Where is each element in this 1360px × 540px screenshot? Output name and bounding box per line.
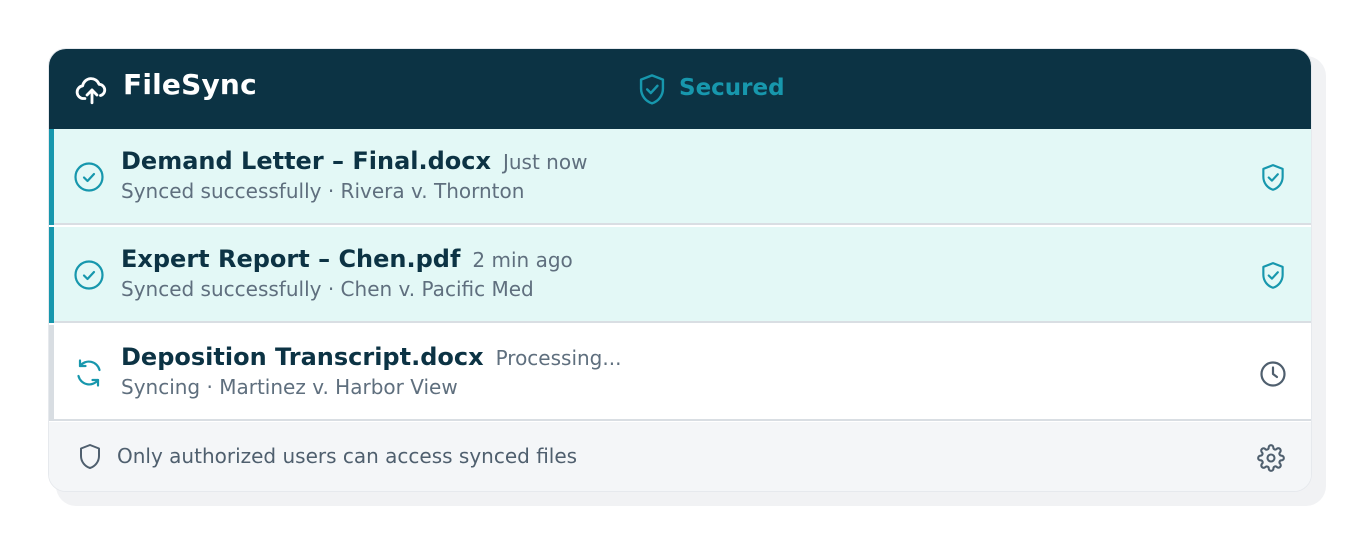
check-circle-icon xyxy=(74,162,104,192)
file-time: Processing... xyxy=(495,346,622,370)
sync-icon xyxy=(77,359,101,387)
header-bar: FileSync Secured xyxy=(49,49,1311,129)
shield-check-icon xyxy=(639,74,665,105)
filesync-panel: FileSync Secured Demand Letter – Final.d… xyxy=(48,48,1312,492)
app-title: FileSync xyxy=(123,68,257,101)
file-row[interactable]: Deposition Transcript.docx Processing... … xyxy=(49,325,1311,421)
file-row[interactable]: Demand Letter – Final.docx Just now Synce… xyxy=(49,129,1311,225)
file-name: Expert Report – Chen.pdf 2 min ago xyxy=(121,245,573,273)
row-accent-bar xyxy=(49,227,54,323)
file-time: Just now xyxy=(502,150,588,174)
footer-bar: Only authorized users can access synced … xyxy=(49,422,1311,491)
file-detail: Syncing · Martinez v. Harbor View xyxy=(121,375,458,399)
shield-outline-icon xyxy=(80,444,100,469)
cloud-upload-icon xyxy=(75,77,107,105)
row-accent-bar xyxy=(49,325,54,421)
file-detail: Synced successfully · Rivera v. Thornton xyxy=(121,179,525,203)
row-accent-bar xyxy=(49,129,54,225)
file-name: Demand Letter – Final.docx Just now xyxy=(121,147,588,175)
gear-icon[interactable] xyxy=(1257,444,1285,472)
access-note: Only authorized users can access synced … xyxy=(117,444,578,468)
shield-check-icon xyxy=(1262,262,1284,289)
file-name: Deposition Transcript.docx Processing... xyxy=(121,343,622,371)
file-row[interactable]: Expert Report – Chen.pdf 2 min ago Synced… xyxy=(49,227,1311,323)
secured-label: Secured xyxy=(679,75,785,101)
file-time: 2 min ago xyxy=(472,248,573,272)
clock-icon xyxy=(1260,361,1286,387)
file-detail: Synced successfully · Chen v. Pacific Me… xyxy=(121,277,534,301)
check-circle-icon xyxy=(74,260,104,290)
shield-check-icon xyxy=(1262,164,1284,191)
